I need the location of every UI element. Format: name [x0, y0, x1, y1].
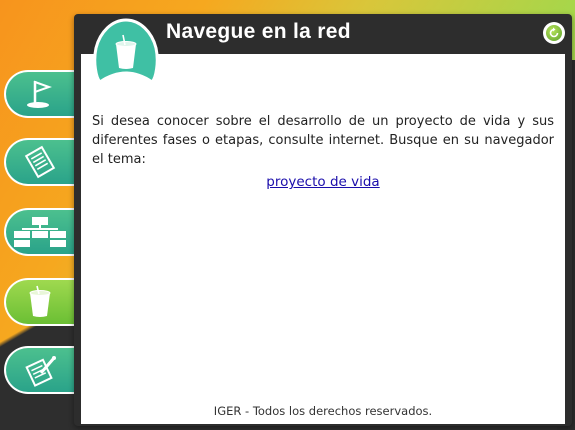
instruction-text: Si desea conocer sobre el desarrollo de … — [92, 114, 554, 167]
org-chart-icon — [14, 217, 66, 247]
content-panel: Si desea conocer sobre el desarrollo de … — [81, 54, 565, 424]
sidebar-item-cup[interactable] — [4, 278, 82, 326]
checklist-icon — [24, 145, 56, 179]
dialog-window: Navegue en la red Si desea conocer sobre… — [74, 14, 572, 426]
window-title: Navegue en la red — [166, 20, 351, 43]
sidebar-item-checklist[interactable] — [4, 138, 82, 186]
pencil-note-icon — [25, 356, 56, 387]
topic-link[interactable]: proyecto de vida — [81, 174, 565, 190]
cup-badge-icon — [93, 18, 159, 84]
sidebar-item-notes[interactable] — [4, 346, 82, 394]
copyright-footer: IGER - Todos los derechos reservados. — [213, 404, 433, 418]
refresh-icon — [546, 25, 562, 41]
sidebar-item-goal[interactable] — [4, 70, 82, 118]
refresh-button[interactable] — [543, 22, 565, 44]
cup-icon — [29, 285, 51, 317]
sidebar-item-diagram[interactable] — [4, 208, 82, 256]
golf-flag-icon — [27, 80, 52, 108]
